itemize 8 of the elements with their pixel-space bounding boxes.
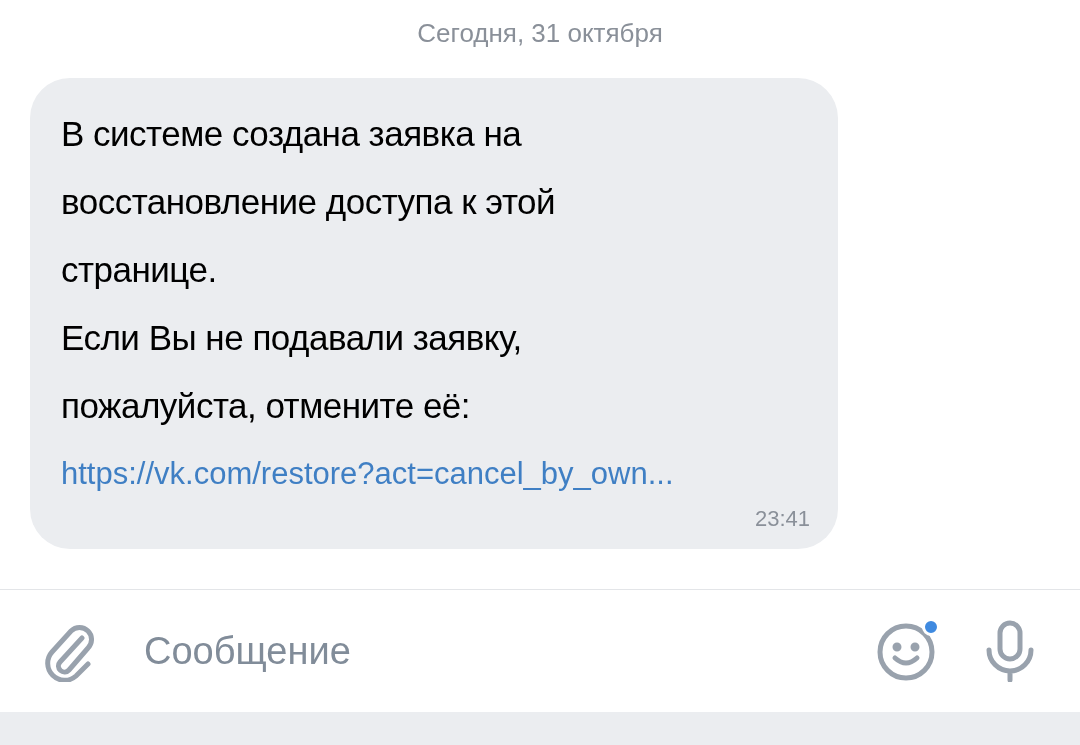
date-separator: Сегодня, 31 октября <box>417 17 663 50</box>
microphone-icon[interactable] <box>984 620 1036 682</box>
message-text: Если Вы не подавали заявку, пожалуйста, отмените её: <box>61 317 523 427</box>
message-time: 23:41 <box>754 505 810 533</box>
message-text: В системе создана заявка на восстановление доступа к этой странице. <box>61 113 557 291</box>
message-input[interactable]: Сообщение <box>144 622 876 680</box>
restore-link[interactable]: https://vk.com/restore?act=cancel_by_own... <box>61 444 674 504</box>
smiley-icon <box>876 622 936 682</box>
